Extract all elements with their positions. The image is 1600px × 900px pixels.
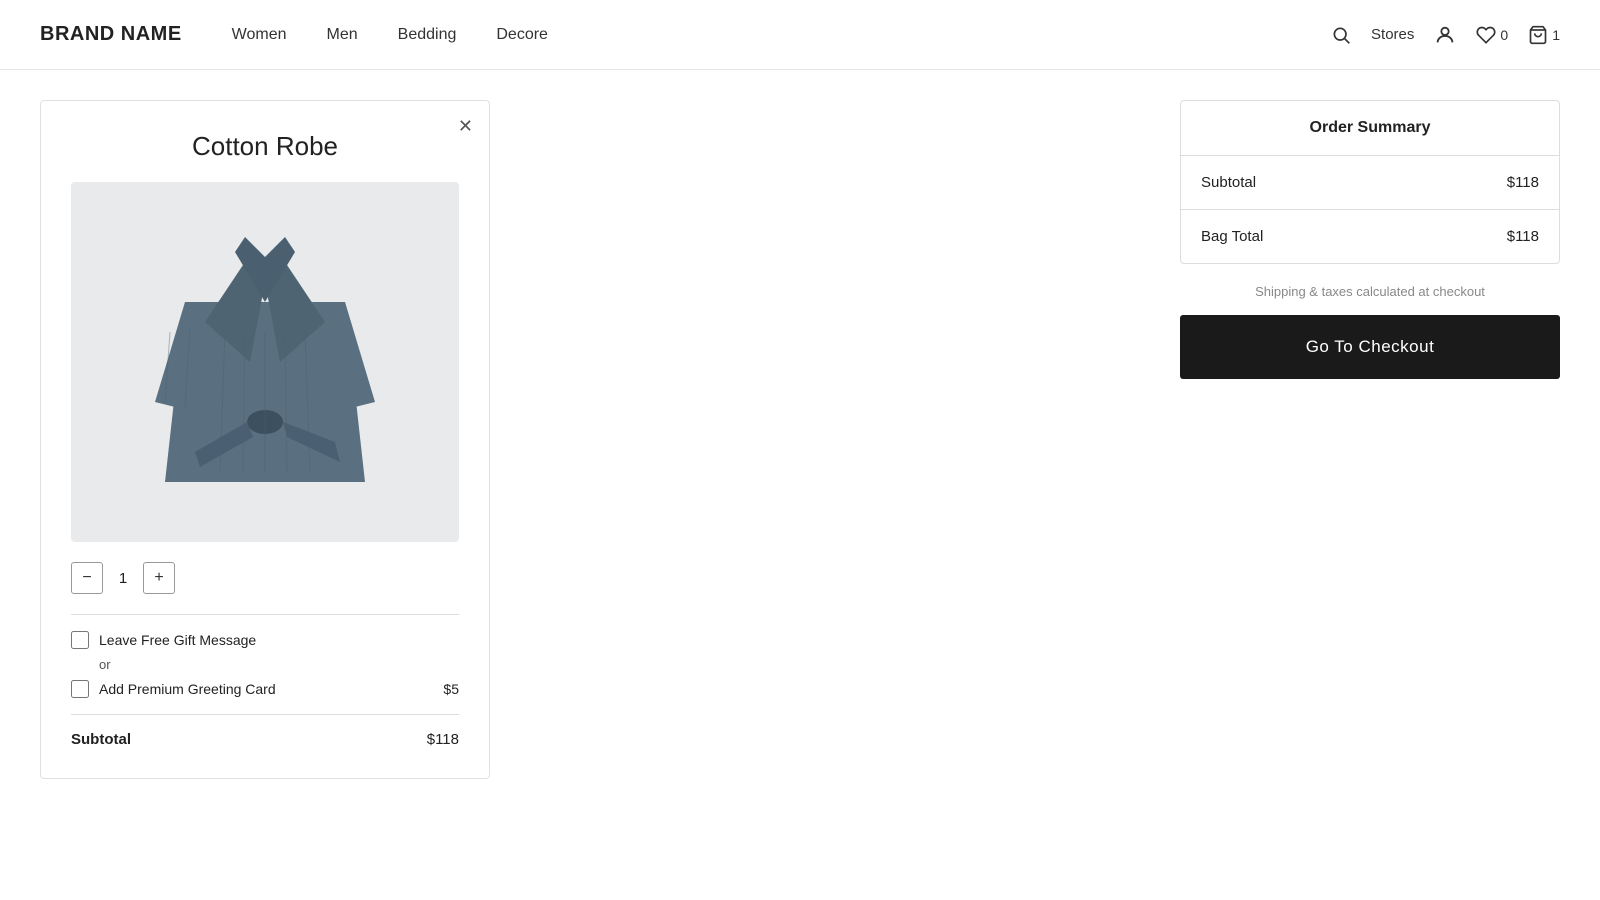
quantity-value: 1 [103, 570, 143, 587]
nav-decore[interactable]: Decore [496, 26, 548, 43]
nav-women[interactable]: Women [232, 26, 287, 43]
summary-bag-total-label: Bag Total [1201, 228, 1263, 245]
main-content: ✕ Cotton Robe [0, 70, 1600, 809]
summary-bag-total-row: Bag Total $118 [1181, 210, 1559, 263]
greeting-card-price: $5 [443, 681, 459, 697]
product-image [71, 182, 459, 542]
header-left: BRAND NAME Women Men Bedding Decore [40, 23, 548, 46]
order-summary-title: Order Summary [1181, 101, 1559, 156]
summary-bag-total-value: $118 [1507, 228, 1539, 245]
gift-message-label[interactable]: Leave Free Gift Message [99, 632, 256, 648]
shipping-note: Shipping & taxes calculated at checkout [1180, 284, 1560, 299]
nav-men[interactable]: Men [327, 26, 358, 43]
nav-bedding[interactable]: Bedding [398, 26, 457, 43]
brand-name: BRAND NAME [40, 23, 182, 46]
cart-count: 1 [1552, 27, 1560, 43]
close-button[interactable]: ✕ [458, 117, 473, 135]
header: BRAND NAME Women Men Bedding Decore Stor… [0, 0, 1600, 70]
stores-link[interactable]: Stores [1371, 26, 1414, 43]
header-right: Stores 0 1 [1331, 24, 1560, 46]
or-text: or [99, 657, 459, 672]
product-subtotal-row: Subtotal $118 [71, 731, 459, 748]
greeting-card-row: Add Premium Greeting Card $5 [71, 680, 459, 698]
wishlist-count: 0 [1500, 27, 1508, 43]
product-card: ✕ Cotton Robe [40, 100, 490, 779]
quantity-decrease-button[interactable]: − [71, 562, 103, 594]
cart-icon[interactable]: 1 [1528, 25, 1560, 45]
summary-subtotal-label: Subtotal [1201, 174, 1256, 191]
greeting-card-checkbox[interactable] [71, 680, 89, 698]
gift-message-row: Leave Free Gift Message [71, 631, 459, 649]
divider-2 [71, 714, 459, 715]
search-icon[interactable] [1331, 25, 1351, 45]
divider-1 [71, 614, 459, 615]
greeting-card-label[interactable]: Add Premium Greeting Card [99, 681, 276, 697]
product-subtotal-label: Subtotal [71, 731, 131, 748]
quantity-controls: − 1 + [71, 562, 459, 594]
summary-subtotal-row: Subtotal $118 [1181, 156, 1559, 210]
order-summary-card: Order Summary Subtotal $118 Bag Total $1… [1180, 100, 1560, 264]
product-title: Cotton Robe [71, 131, 459, 162]
gift-message-checkbox[interactable] [71, 631, 89, 649]
quantity-increase-button[interactable]: + [143, 562, 175, 594]
product-subtotal-value: $118 [427, 731, 459, 748]
checkout-button[interactable]: Go To Checkout [1180, 315, 1560, 379]
order-summary-section: Order Summary Subtotal $118 Bag Total $1… [1180, 100, 1560, 779]
wishlist-icon[interactable]: 0 [1476, 25, 1508, 45]
account-icon[interactable] [1434, 24, 1456, 46]
spacer [550, 100, 1120, 779]
summary-subtotal-value: $118 [1507, 174, 1539, 191]
robe-illustration [135, 202, 395, 522]
main-nav: Women Men Bedding Decore [232, 26, 548, 44]
